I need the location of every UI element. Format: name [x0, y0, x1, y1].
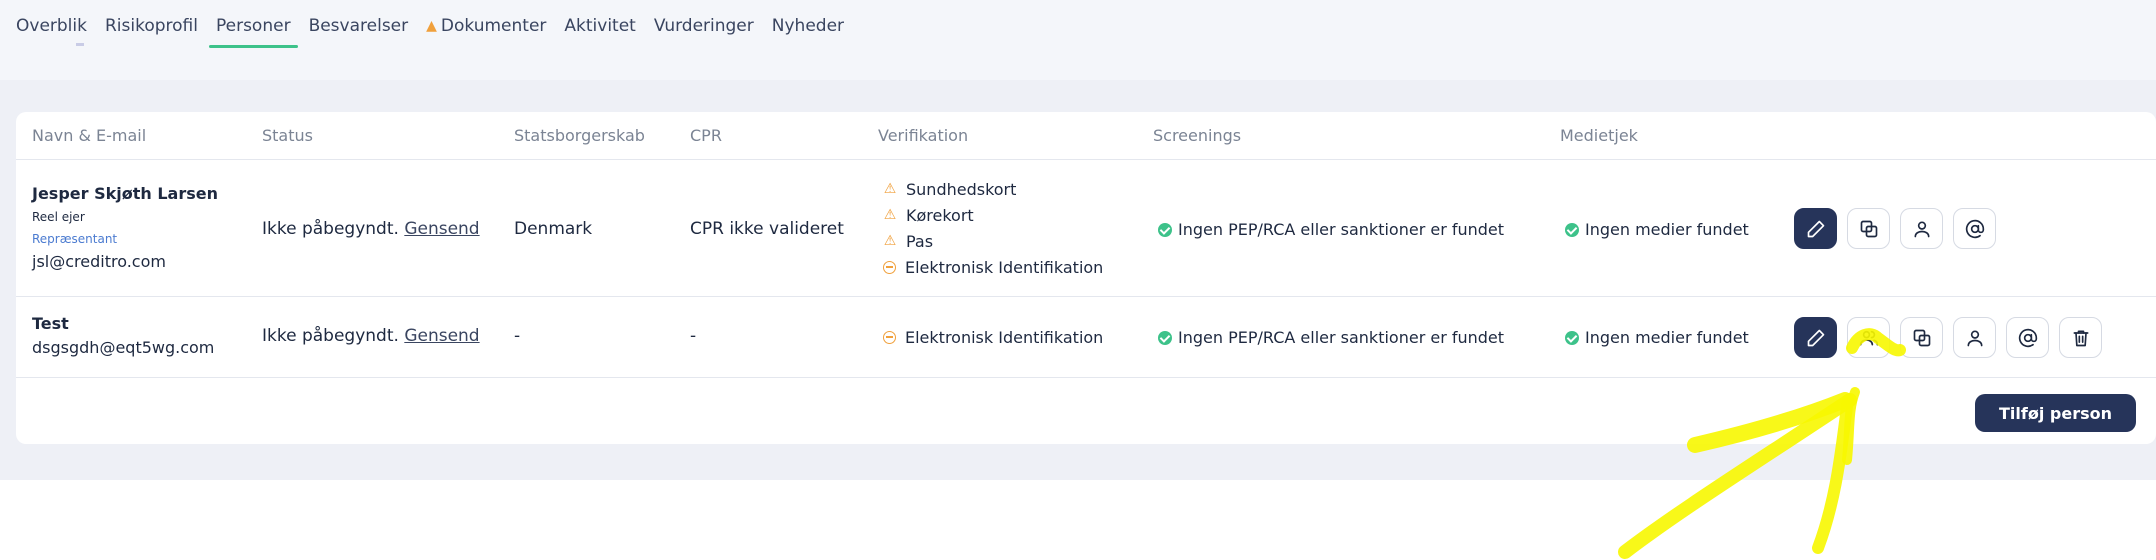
- status-cell: Ikke påbegyndt. Gensend: [262, 219, 480, 239]
- verification-item: ⚠ Pas: [883, 231, 934, 251]
- check-circle-icon: [1565, 222, 1579, 237]
- tab-nyheder[interactable]: Nyheder: [763, 14, 853, 48]
- tab-personer[interactable]: Personer: [207, 14, 300, 48]
- verification-item: ⚠ Sundhedskort: [883, 179, 1017, 199]
- minus-circle-icon: [883, 330, 896, 344]
- status-cell: Ikke påbegyndt. Gensend: [262, 326, 480, 346]
- resend-link[interactable]: Gensend: [404, 219, 479, 239]
- users-icon: [1859, 330, 1878, 345]
- tab-risikoprofil[interactable]: Risikoprofil: [96, 14, 207, 48]
- minus-circle-icon: [883, 260, 896, 274]
- warning-icon: ▲: [426, 18, 437, 34]
- person-email: jsl@creditro.com: [32, 252, 166, 271]
- warning-icon: ⚠: [883, 181, 897, 197]
- citizenship-cell: -: [514, 326, 521, 346]
- person-role: Reel ejer: [32, 210, 85, 224]
- person-email: dsgsgdh@eqt5wg.com: [32, 338, 215, 357]
- header-name-email: Navn & E-mail: [32, 126, 147, 145]
- tab-list: Overblik Risikoprofil Personer Besvarels…: [16, 14, 853, 48]
- edit-icon: [1807, 329, 1824, 346]
- add-person-button[interactable]: Tilføj person: [1975, 394, 2136, 432]
- email-button[interactable]: [2006, 317, 2049, 358]
- verification-list: ⚠ Sundhedskort ⚠ Kørekort ⚠ Pas Elektron…: [882, 176, 1103, 280]
- edit-icon: [1807, 220, 1824, 237]
- check-circle-icon: [1565, 330, 1579, 345]
- copy-button[interactable]: [1900, 317, 1943, 358]
- tabs-bar: Overblik Risikoprofil Personer Besvarels…: [0, 0, 2156, 80]
- screening-cell: Ingen PEP/RCA eller sanktioner er fundet: [1158, 220, 1504, 239]
- tab-aktivitet[interactable]: Aktivitet: [555, 14, 644, 48]
- email-button[interactable]: [1953, 208, 1996, 249]
- copy-button[interactable]: [1847, 208, 1890, 249]
- header-verification: Verifikation: [878, 126, 969, 145]
- header-status: Status: [262, 126, 313, 145]
- tab-dokumenter[interactable]: ▲ Dokumenter: [417, 14, 555, 48]
- tab-vurderinger[interactable]: Vurderinger: [645, 14, 763, 48]
- warning-icon: ⚠: [883, 233, 897, 249]
- user-button[interactable]: [1900, 208, 1943, 249]
- tab-overblik[interactable]: Overblik: [16, 14, 96, 48]
- header-media-check: Medietjek: [1560, 126, 1638, 145]
- user-icon: [1967, 330, 1982, 346]
- header-citizenship: Statsborgerskab: [514, 126, 645, 145]
- persons-card: Navn & E-mail Status Statsborgerskab CPR…: [16, 112, 2156, 444]
- row-actions: [1794, 317, 2102, 358]
- at-icon: [1965, 219, 1984, 238]
- delete-button[interactable]: [2059, 317, 2102, 358]
- user-button[interactable]: [1953, 317, 1996, 358]
- person-representative: Repræsentant: [32, 232, 118, 246]
- check-circle-icon: [1158, 330, 1172, 345]
- users-button[interactable]: [1847, 317, 1890, 358]
- cpr-cell: CPR ikke valideret: [690, 219, 844, 239]
- tab-scroll-marker: [76, 43, 84, 46]
- header-screenings: Screenings: [1153, 126, 1242, 145]
- verification-item: ⚠ Kørekort: [883, 205, 974, 225]
- header-cpr: CPR: [690, 126, 722, 145]
- citizenship-cell: Denmark: [514, 219, 593, 239]
- check-circle-icon: [1158, 222, 1172, 237]
- media-cell: Ingen medier fundet: [1565, 328, 1749, 347]
- resend-link[interactable]: Gensend: [404, 326, 479, 346]
- at-icon: [2018, 328, 2037, 347]
- copy-icon: [1913, 329, 1930, 346]
- verification-list: Elektronisk Identifikation: [882, 324, 1103, 350]
- row-actions: [1794, 208, 1996, 249]
- tab-besvarelser[interactable]: Besvarelser: [300, 14, 418, 48]
- verification-item: Elektronisk Identifikation: [882, 324, 1103, 350]
- media-cell: Ingen medier fundet: [1565, 220, 1749, 239]
- copy-icon: [1860, 220, 1877, 237]
- cpr-cell: -: [690, 326, 697, 346]
- table-header: Navn & E-mail Status Statsborgerskab CPR…: [16, 112, 2156, 160]
- verification-item: Elektronisk Identifikation: [882, 254, 1103, 280]
- table-row: Jesper Skjøth Larsen Reel ejer Repræsent…: [16, 160, 2156, 297]
- screening-cell: Ingen PEP/RCA eller sanktioner er fundet: [1158, 328, 1504, 347]
- edit-button[interactable]: [1794, 317, 1837, 358]
- table-row: Test dsgsgdh@eqt5wg.com Ikke påbegyndt. …: [16, 297, 2156, 378]
- edit-button[interactable]: [1794, 208, 1837, 249]
- trash-icon: [2073, 330, 2088, 346]
- warning-icon: ⚠: [883, 207, 897, 223]
- person-name: Test: [32, 314, 69, 333]
- person-name: Jesper Skjøth Larsen: [32, 184, 218, 203]
- user-icon: [1914, 221, 1929, 237]
